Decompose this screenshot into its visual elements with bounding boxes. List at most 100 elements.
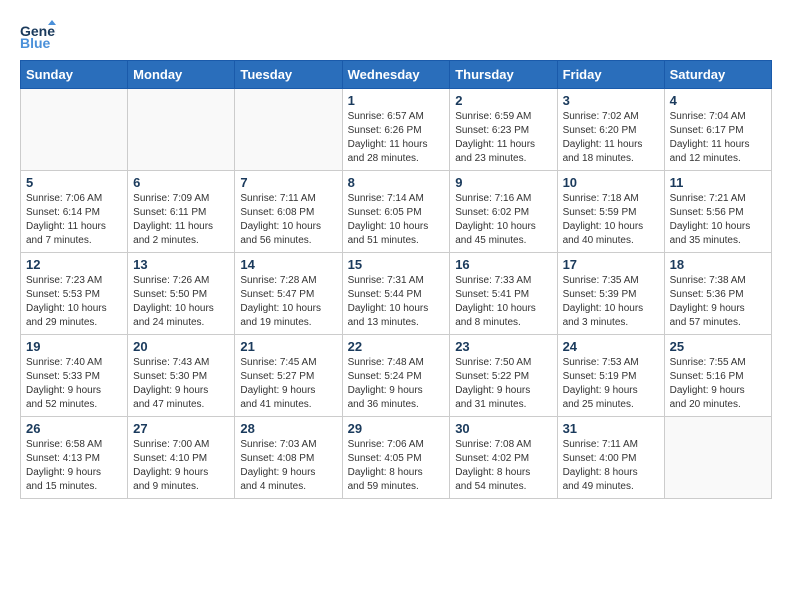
day-info: Sunrise: 7:18 AM Sunset: 5:59 PM Dayligh…	[563, 192, 659, 248]
calendar-cell: 2Sunrise: 6:59 AM Sunset: 6:23 PM Daylig…	[450, 89, 557, 171]
calendar-cell: 29Sunrise: 7:06 AM Sunset: 4:05 PM Dayli…	[342, 417, 450, 499]
day-number: 10	[563, 175, 659, 190]
day-info: Sunrise: 7:14 AM Sunset: 6:05 PM Dayligh…	[348, 192, 445, 248]
day-number: 3	[563, 93, 659, 108]
day-number: 24	[563, 339, 659, 354]
day-number: 13	[133, 257, 229, 272]
day-number: 20	[133, 339, 229, 354]
day-info: Sunrise: 7:21 AM Sunset: 5:56 PM Dayligh…	[670, 192, 766, 248]
calendar-week-row: 26Sunrise: 6:58 AM Sunset: 4:13 PM Dayli…	[21, 417, 772, 499]
day-info: Sunrise: 7:31 AM Sunset: 5:44 PM Dayligh…	[348, 274, 445, 330]
calendar-cell: 11 Sunrise: 7:21 AM Sunset: 5:56 PM Dayli…	[664, 171, 771, 253]
calendar-cell: 9Sunrise: 7:16 AM Sunset: 6:02 PM Daylig…	[450, 171, 557, 253]
day-number: 5	[26, 175, 122, 190]
day-number: 16	[455, 257, 551, 272]
calendar-cell: 30 Sunrise: 7:08 AM Sunset: 4:02 PM Dayli…	[450, 417, 557, 499]
day-info: Sunrise: 7:02 AM Sunset: 6:20 PM Dayligh…	[563, 110, 659, 166]
day-info: Sunrise: 7:45 AM Sunset: 5:27 PM Dayligh…	[240, 356, 336, 412]
day-number: 1	[348, 93, 445, 108]
calendar-cell: 6 Sunrise: 7:09 AM Sunset: 6:11 PM Daylig…	[128, 171, 235, 253]
calendar-cell	[21, 89, 128, 171]
day-number: 28	[240, 421, 336, 436]
day-info: Sunrise: 7:35 AM Sunset: 5:39 PM Dayligh…	[563, 274, 659, 330]
day-number: 17	[563, 257, 659, 272]
calendar-cell: 17 Sunrise: 7:35 AM Sunset: 5:39 PM Dayli…	[557, 253, 664, 335]
day-info: Sunrise: 7:28 AM Sunset: 5:47 PM Dayligh…	[240, 274, 336, 330]
day-info: Sunrise: 7:50 AM Sunset: 5:22 PM Dayligh…	[455, 356, 551, 412]
day-info: Sunrise: 7:33 AM Sunset: 5:41 PM Dayligh…	[455, 274, 551, 330]
svg-text:Blue: Blue	[20, 35, 51, 50]
day-number: 15	[348, 257, 445, 272]
weekday-header-wednesday: Wednesday	[342, 61, 450, 89]
day-number: 23	[455, 339, 551, 354]
calendar-cell: 19 Sunrise: 7:40 AM Sunset: 5:33 PM Dayli…	[21, 335, 128, 417]
day-info: Sunrise: 7:11 AM Sunset: 4:00 PM Dayligh…	[563, 438, 659, 494]
day-info: Sunrise: 7:48 AM Sunset: 5:24 PM Dayligh…	[348, 356, 445, 412]
calendar-cell: 31 Sunrise: 7:11 AM Sunset: 4:00 PM Dayli…	[557, 417, 664, 499]
calendar-cell: 27 Sunrise: 7:00 AM Sunset: 4:10 PM Dayli…	[128, 417, 235, 499]
day-number: 31	[563, 421, 659, 436]
calendar-cell: 3 Sunrise: 7:02 AM Sunset: 6:20 PM Daylig…	[557, 89, 664, 171]
day-info: Sunrise: 7:40 AM Sunset: 5:33 PM Dayligh…	[26, 356, 122, 412]
day-info: Sunrise: 7:11 AM Sunset: 6:08 PM Dayligh…	[240, 192, 336, 248]
day-info: Sunrise: 7:03 AM Sunset: 4:08 PM Dayligh…	[240, 438, 336, 494]
day-number: 7	[240, 175, 336, 190]
day-info: Sunrise: 6:57 AM Sunset: 6:26 PM Dayligh…	[348, 110, 445, 166]
calendar-cell	[664, 417, 771, 499]
weekday-header-friday: Friday	[557, 61, 664, 89]
calendar-cell: 26Sunrise: 6:58 AM Sunset: 4:13 PM Dayli…	[21, 417, 128, 499]
calendar-cell: 10 Sunrise: 7:18 AM Sunset: 5:59 PM Dayli…	[557, 171, 664, 253]
day-number: 18	[670, 257, 766, 272]
weekday-header-thursday: Thursday	[450, 61, 557, 89]
calendar-cell: 12Sunrise: 7:23 AM Sunset: 5:53 PM Dayli…	[21, 253, 128, 335]
day-number: 30	[455, 421, 551, 436]
day-number: 21	[240, 339, 336, 354]
calendar-cell: 14 Sunrise: 7:28 AM Sunset: 5:47 PM Dayli…	[235, 253, 342, 335]
day-info: Sunrise: 7:09 AM Sunset: 6:11 PM Dayligh…	[133, 192, 229, 248]
day-number: 19	[26, 339, 122, 354]
day-number: 22	[348, 339, 445, 354]
weekday-header-row: SundayMondayTuesdayWednesdayThursdayFrid…	[21, 61, 772, 89]
day-info: Sunrise: 7:53 AM Sunset: 5:19 PM Dayligh…	[563, 356, 659, 412]
calendar-cell: 1 Sunrise: 6:57 AM Sunset: 6:26 PM Daylig…	[342, 89, 450, 171]
day-info: Sunrise: 7:43 AM Sunset: 5:30 PM Dayligh…	[133, 356, 229, 412]
calendar-cell: 22 Sunrise: 7:48 AM Sunset: 5:24 PM Dayli…	[342, 335, 450, 417]
day-info: Sunrise: 7:00 AM Sunset: 4:10 PM Dayligh…	[133, 438, 229, 494]
calendar-cell: 8Sunrise: 7:14 AM Sunset: 6:05 PM Daylig…	[342, 171, 450, 253]
day-number: 27	[133, 421, 229, 436]
logo: General Blue	[20, 20, 56, 50]
day-number: 14	[240, 257, 336, 272]
weekday-header-monday: Monday	[128, 61, 235, 89]
calendar-cell: 7 Sunrise: 7:11 AM Sunset: 6:08 PM Daylig…	[235, 171, 342, 253]
weekday-header-saturday: Saturday	[664, 61, 771, 89]
calendar-cell: 13 Sunrise: 7:26 AM Sunset: 5:50 PM Dayli…	[128, 253, 235, 335]
day-number: 11	[670, 175, 766, 190]
calendar-cell: 28 Sunrise: 7:03 AM Sunset: 4:08 PM Dayli…	[235, 417, 342, 499]
calendar-cell: 4 Sunrise: 7:04 AM Sunset: 6:17 PM Daylig…	[664, 89, 771, 171]
calendar-cell: 21 Sunrise: 7:45 AM Sunset: 5:27 PM Dayli…	[235, 335, 342, 417]
day-number: 25	[670, 339, 766, 354]
day-number: 4	[670, 93, 766, 108]
day-number: 9	[455, 175, 551, 190]
calendar-cell: 16 Sunrise: 7:33 AM Sunset: 5:41 PM Dayli…	[450, 253, 557, 335]
day-info: Sunrise: 7:06 AM Sunset: 6:14 PM Dayligh…	[26, 192, 122, 248]
calendar-cell: 24 Sunrise: 7:53 AM Sunset: 5:19 PM Dayli…	[557, 335, 664, 417]
day-number: 6	[133, 175, 229, 190]
day-info: Sunrise: 7:38 AM Sunset: 5:36 PM Dayligh…	[670, 274, 766, 330]
calendar-week-row: 19 Sunrise: 7:40 AM Sunset: 5:33 PM Dayli…	[21, 335, 772, 417]
calendar-table: SundayMondayTuesdayWednesdayThursdayFrid…	[20, 60, 772, 499]
day-info: Sunrise: 7:23 AM Sunset: 5:53 PM Dayligh…	[26, 274, 122, 330]
day-info: Sunrise: 7:04 AM Sunset: 6:17 PM Dayligh…	[670, 110, 766, 166]
calendar-cell: 15 Sunrise: 7:31 AM Sunset: 5:44 PM Dayli…	[342, 253, 450, 335]
day-info: Sunrise: 7:08 AM Sunset: 4:02 PM Dayligh…	[455, 438, 551, 494]
day-info: Sunrise: 7:26 AM Sunset: 5:50 PM Dayligh…	[133, 274, 229, 330]
calendar-cell	[235, 89, 342, 171]
day-number: 29	[348, 421, 445, 436]
calendar-cell: 5 Sunrise: 7:06 AM Sunset: 6:14 PM Daylig…	[21, 171, 128, 253]
calendar-cell: 23 Sunrise: 7:50 AM Sunset: 5:22 PM Dayli…	[450, 335, 557, 417]
day-number: 26	[26, 421, 122, 436]
weekday-header-tuesday: Tuesday	[235, 61, 342, 89]
calendar-cell: 18 Sunrise: 7:38 AM Sunset: 5:36 PM Dayli…	[664, 253, 771, 335]
day-number: 2	[455, 93, 551, 108]
page-header: General Blue	[20, 20, 772, 50]
